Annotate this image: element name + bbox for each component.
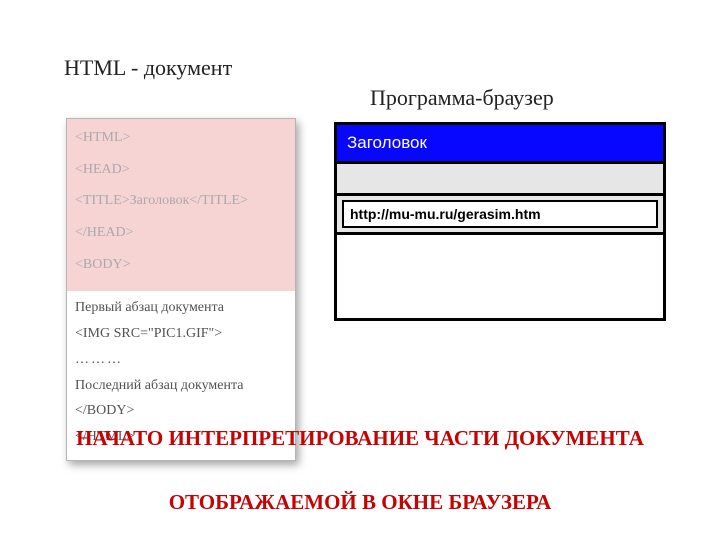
browser-content-area: [337, 235, 663, 318]
browser-titlebar: Заголовок: [337, 125, 663, 164]
code-line: Первый абзац документа: [75, 297, 287, 319]
caption-line-2: ОТОБРАЖАЕМОЙ В ОКНЕ БРАУЗЕРА: [0, 490, 720, 515]
code-line: Последний абзац документа: [75, 375, 287, 397]
code-line-ellipsis: ………: [75, 349, 287, 371]
browser-address-bar[interactable]: http://mu-mu.ru/gerasim.htm: [342, 200, 658, 228]
browser-toolbar: [337, 164, 663, 196]
html-source-box: <HTML> <HEAD> <TITLE>Заголовок</TITLE> <…: [66, 118, 296, 461]
code-line: <IMG SRC="PIC1.GIF">: [75, 323, 287, 345]
heading-browser-program: Программа-браузер: [370, 85, 554, 111]
code-line: <BODY>: [75, 254, 287, 276]
code-line: <HTML>: [75, 127, 287, 149]
browser-window: Заголовок http://mu-mu.ru/gerasim.htm: [334, 122, 666, 321]
html-head-highlight: <HTML> <HEAD> <TITLE>Заголовок</TITLE> <…: [67, 119, 295, 291]
code-line: <TITLE>Заголовок</TITLE>: [75, 190, 287, 212]
code-line: </HEAD>: [75, 222, 287, 244]
code-line: </BODY>: [75, 400, 287, 422]
caption-line-1: НАЧАТО ИНТЕРПРЕТИРОВАНИЕ ЧАСТИ ДОКУМЕНТА: [0, 426, 720, 451]
browser-address-wrap: http://mu-mu.ru/gerasim.htm: [337, 196, 663, 235]
heading-html-document: HTML - документ: [64, 55, 232, 81]
code-line: <HEAD>: [75, 159, 287, 181]
